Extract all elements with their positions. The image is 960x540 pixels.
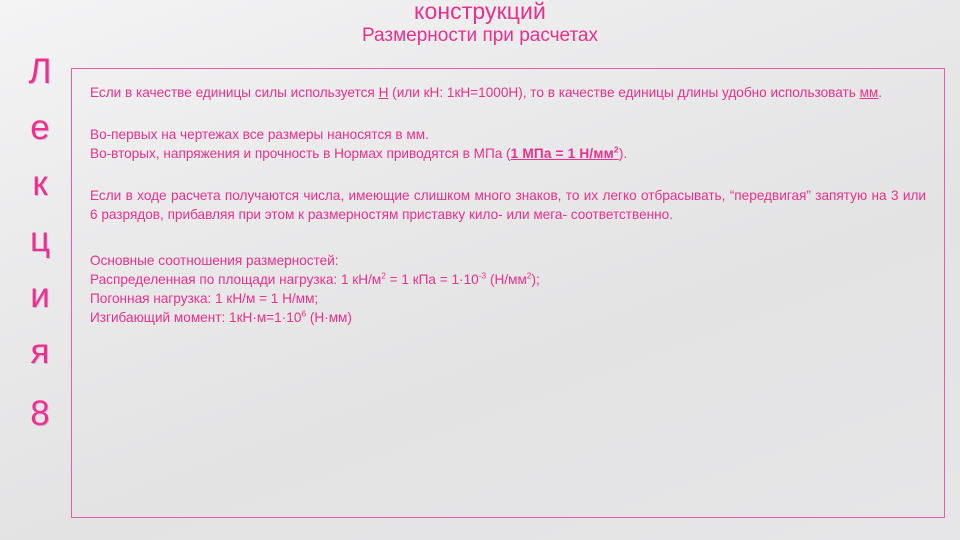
p4-area-c: (Н/мм: [486, 272, 527, 287]
paragraph-units: Если в качестве единицы силы используетс…: [90, 83, 926, 102]
content-body: Если в качестве единицы силы используетс…: [72, 69, 944, 327]
vertical-char: Л: [28, 52, 52, 91]
p4-linear: Погонная нагрузка: 1 кН/м = 1 Н/мм;: [90, 291, 319, 306]
p2-line2-after: ).: [618, 146, 628, 161]
p4-moment-b: (Н·мм): [306, 310, 352, 325]
vertical-char: и: [30, 276, 50, 315]
title-clip: железобетонных конструкций конструкций: [0, 0, 960, 24]
paragraph-rounding: Если в ходе расчета получаются числа, им…: [90, 188, 926, 222]
paragraph-relations: Основные соотношения размерностей: Распре…: [90, 251, 926, 327]
p2-line2-before: Во-вторых, напряжения и прочность в Норм…: [90, 146, 511, 161]
p4-area-a: Распределенная по площади нагрузка: 1 кН…: [90, 272, 382, 287]
content-frame: Если в качестве единицы силы используетс…: [71, 68, 945, 518]
p4-moment-a: Изгибающий момент: 1кН·м=1·10: [90, 310, 302, 325]
p1-underline-mm: мм: [859, 85, 879, 100]
page-title: конструкций: [414, 0, 546, 24]
vertical-char: ц: [29, 220, 51, 259]
vertical-char: я: [30, 332, 50, 371]
p1-underline-n: Н: [378, 85, 389, 100]
p1-text-middle: (или кН: 1кН=1000Н), то в качестве едини…: [388, 85, 860, 100]
slide-header: железобетонных конструкций конструкций Р…: [0, 0, 960, 47]
p2-bold-formula: 1 МПа = 1 Н/мм2: [510, 145, 619, 161]
page-subtitle: Размерности при расчетах: [361, 25, 598, 46]
p4-area-d: );: [531, 272, 540, 287]
vertical-char: е: [30, 108, 50, 147]
slide-canvas: железобетонных конструкций конструкций Р…: [0, 0, 960, 540]
vertical-lecture-label: Л е к ц и я 8: [16, 44, 64, 540]
paragraph-mpa: Во-первых на чертежах все размеры нанося…: [90, 125, 926, 163]
p4-area-b: = 1 кПа = 1·10: [385, 272, 479, 287]
p2-line1: Во-первых на чертежах все размеры нанося…: [90, 127, 429, 142]
vertical-char: 8: [30, 394, 50, 433]
vertical-char: к: [32, 164, 48, 203]
p2-bold-text: 1 МПа = 1 Н/мм: [510, 146, 614, 161]
p4-heading: Основные соотношения размерностей:: [90, 253, 339, 268]
p1-text-after: .: [878, 85, 883, 100]
p1-text-before: Если в качестве единицы силы используетс…: [90, 85, 379, 100]
